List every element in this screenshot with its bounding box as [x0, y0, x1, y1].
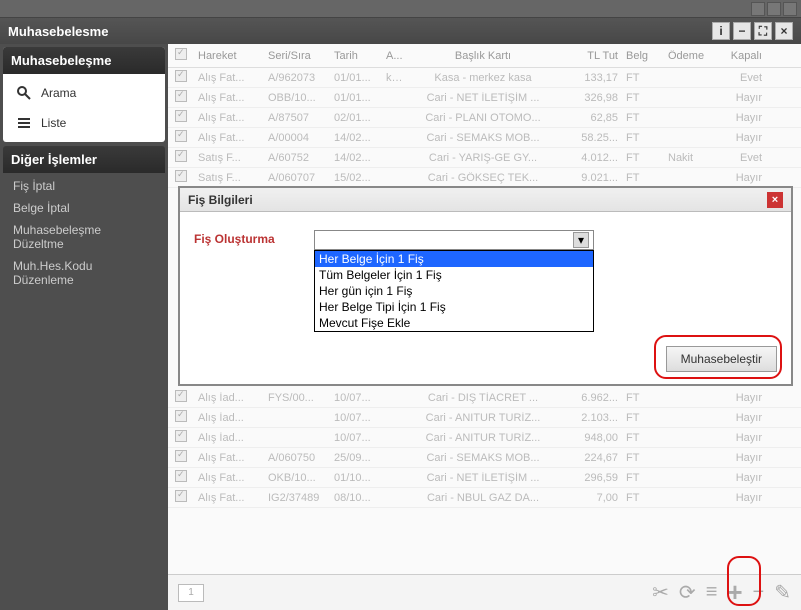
table-row[interactable]: Alış Fat...OKB/10...01/10...Cari - NET İ…	[168, 468, 801, 488]
modal-header: Fiş Bilgileri ×	[180, 188, 791, 212]
search-icon	[15, 84, 33, 102]
table-row[interactable]: Alış İad...FYS/00...10/07...Cari - DIŞ T…	[168, 388, 801, 408]
dropdown-option[interactable]: Her Belge İçin 1 Fiş	[315, 251, 593, 267]
page-number[interactable]: 1	[178, 584, 204, 602]
info-icon[interactable]: i	[712, 22, 730, 40]
nav-label: Liste	[41, 116, 66, 130]
panel-header: Diğer İşlemler	[3, 146, 165, 173]
topbar-btn[interactable]	[783, 2, 797, 16]
table-row[interactable]: Alış Fat...A/8750702/01...Cari - PLANI O…	[168, 108, 801, 128]
col-kapali[interactable]: Kapalı	[718, 50, 766, 62]
select-fis-olusturma[interactable]: ▾ Her Belge İçin 1 FişTüm Belgeler İçin …	[314, 230, 594, 250]
title-bar: Muhasebelesme i − ⛶ ×	[0, 18, 801, 44]
col-baslik[interactable]: Başlık Kartı	[404, 50, 562, 62]
modal-close-icon[interactable]: ×	[767, 192, 783, 208]
chevron-down-icon: ▾	[573, 232, 589, 248]
nav-label: Arama	[41, 86, 76, 100]
sidebar-item[interactable]: Muh.Hes.Kodu Düzenleme	[3, 255, 165, 291]
remove-icon[interactable]: −	[753, 581, 765, 604]
table-row[interactable]: Alış Fat...A/0000414/02...Cari - SEMAKS …	[168, 128, 801, 148]
app-top-bar	[0, 0, 801, 18]
panel-header: Muhasebeleşme	[3, 47, 165, 74]
dropdown-options: Her Belge İçin 1 FişTüm Belgeler İçin 1 …	[314, 250, 594, 332]
refresh-icon[interactable]: ⟳	[679, 580, 696, 605]
table-row[interactable]: Alış Fat...OBB/10...01/01...Cari - NET İ…	[168, 88, 801, 108]
table-row[interactable]: Alış İad...10/07...Cari - ANITUR TURİZ..…	[168, 428, 801, 448]
col-tutar[interactable]: TL Tut	[562, 50, 622, 62]
nav-liste[interactable]: Liste	[5, 108, 163, 138]
footer-bar: 1 ✂ ⟳ ≡ + − ✎	[168, 574, 801, 610]
sidebar-item[interactable]: Fiş İptal	[3, 175, 165, 197]
sidebar-panel-other: Diğer İşlemler Fiş İptalBelge İptalMuhas…	[3, 146, 165, 293]
table-row[interactable]: Satış F...A/06070715/02...Cari - GÖKSEÇ …	[168, 168, 801, 188]
close-icon[interactable]: ×	[775, 22, 793, 40]
table-row[interactable]: Alış Fat...A/06075025/09...Cari - SEMAKS…	[168, 448, 801, 468]
main-area: Hareket Seri/Sıra Tarih A... Başlık Kart…	[168, 44, 801, 610]
muhasebelestir-button[interactable]: Muhasebeleştir	[666, 346, 777, 372]
col-a[interactable]: A...	[382, 50, 404, 62]
col-tarih[interactable]: Tarih	[330, 50, 382, 62]
topbar-btn[interactable]	[751, 2, 765, 16]
table-row[interactable]: Alış Fat...A/96207301/01...k...Kasa - me…	[168, 68, 801, 88]
col-belge[interactable]: Belg	[622, 50, 664, 62]
dropdown-option[interactable]: Her Belge Tipi İçin 1 Fiş	[315, 299, 593, 315]
sidebar-item[interactable]: Muhasebeleşme Düzeltme	[3, 219, 165, 255]
window-title: Muhasebelesme	[8, 24, 108, 39]
dropdown-option[interactable]: Her gün için 1 Fiş	[315, 283, 593, 299]
maximize-icon[interactable]: ⛶	[754, 22, 772, 40]
add-icon[interactable]: +	[727, 577, 742, 608]
topbar-btn[interactable]	[767, 2, 781, 16]
dropdown-option[interactable]: Tüm Belgeler İçin 1 Fiş	[315, 267, 593, 283]
col-seri[interactable]: Seri/Sıra	[264, 50, 330, 62]
sidebar-panel-main: Muhasebeleşme Arama Liste	[3, 47, 165, 142]
table-row[interactable]: Satış F...A/6075214/02...Cari - YARIŞ-GE…	[168, 148, 801, 168]
header-checkbox[interactable]	[175, 48, 187, 60]
table-row[interactable]: Alış İad...10/07...Cari - ANITUR TURİZ..…	[168, 408, 801, 428]
sidebar-item[interactable]: Belge İptal	[3, 197, 165, 219]
form-label-fis-olusturma: Fiş Oluşturma	[194, 230, 304, 246]
grid-header: Hareket Seri/Sıra Tarih A... Başlık Kart…	[168, 44, 801, 68]
table-row[interactable]: Alış Fat...IG2/3748908/10...Cari - NBUL …	[168, 488, 801, 508]
dropdown-option[interactable]: Mevcut Fişe Ekle	[315, 315, 593, 331]
cut-icon[interactable]: ✂	[652, 580, 669, 605]
edit-icon[interactable]: ✎	[774, 580, 791, 605]
minimize-icon[interactable]: −	[733, 22, 751, 40]
modal-fis-bilgileri: Fiş Bilgileri × Fiş Oluşturma ▾ Her Belg…	[178, 186, 793, 386]
modal-title: Fiş Bilgileri	[188, 193, 253, 207]
nav-arama[interactable]: Arama	[5, 78, 163, 108]
list-icon	[15, 114, 33, 132]
col-hareket[interactable]: Hareket	[194, 50, 264, 62]
col-odeme[interactable]: Ödeme	[664, 50, 718, 62]
list-tool-icon[interactable]: ≡	[706, 581, 718, 604]
sidebar: Muhasebeleşme Arama Liste Diğer İşlemler	[0, 44, 168, 610]
